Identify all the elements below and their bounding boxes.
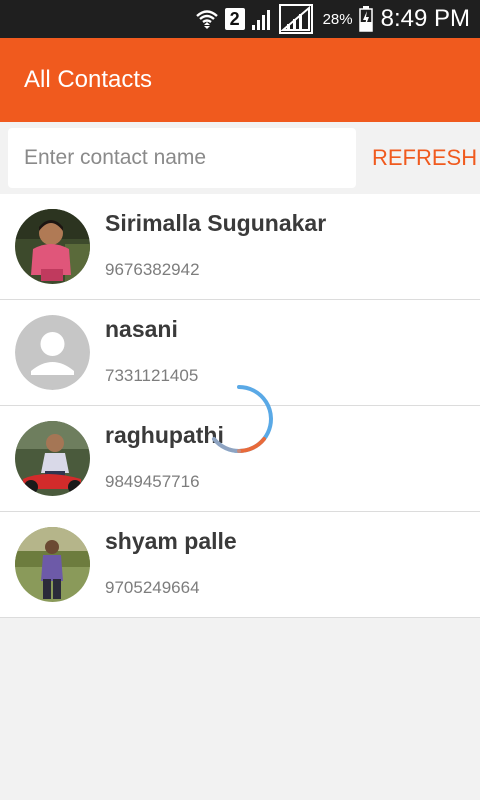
- contact-photo-avatar: [15, 421, 90, 496]
- signal-alt-icon: [278, 4, 313, 34]
- contact-phone: 9705249664: [105, 578, 200, 597]
- signal-icon: [251, 7, 273, 31]
- loading-spinner: [202, 382, 276, 456]
- search-row: REFRESH: [0, 122, 480, 194]
- contact-item[interactable]: shyam palle 9705249664: [0, 512, 480, 618]
- page-title: All Contacts: [24, 66, 153, 93]
- contact-name: Sirimalla Sugunakar: [105, 210, 327, 236]
- contact-phone: 9676382942: [105, 260, 200, 279]
- status-bar: 2 28% 8:49 PM: [0, 0, 480, 38]
- battery-charging-icon: [358, 6, 373, 32]
- default-person-icon: [15, 315, 90, 390]
- refresh-button[interactable]: REFRESH: [362, 128, 480, 188]
- battery-percent: 28%: [322, 10, 353, 28]
- contact-item[interactable]: Sirimalla Sugunakar 9676382942: [0, 194, 480, 300]
- contact-phone: 7331121405: [105, 366, 199, 385]
- contact-phone: 9849457716: [105, 472, 200, 491]
- clock-time: 8:49 PM: [380, 5, 470, 32]
- contact-photo-avatar: [15, 527, 90, 602]
- contact-photo-avatar: [15, 209, 90, 284]
- contact-search-input[interactable]: [8, 128, 356, 188]
- app-bar: All Contacts: [0, 38, 480, 122]
- wifi-icon: [195, 8, 219, 30]
- sim-slot-indicator: 2: [224, 8, 245, 30]
- contact-name: nasani: [105, 316, 178, 342]
- contact-name: shyam palle: [105, 528, 237, 554]
